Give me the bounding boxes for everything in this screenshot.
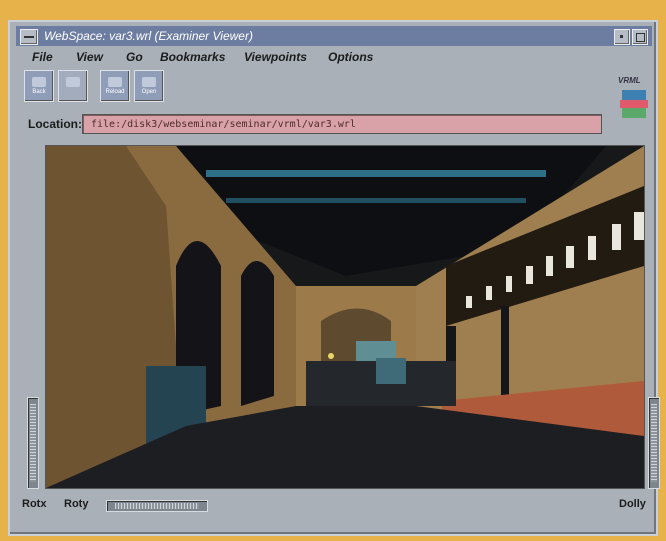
open-button-label: Open xyxy=(141,89,157,95)
open-folder-icon xyxy=(142,77,156,87)
logo-band-blue xyxy=(622,90,646,100)
reload-icon xyxy=(108,77,122,87)
logo-band-red xyxy=(620,100,648,108)
viewer-window: WebSpace: var3.wrl (Examiner Viewer) Fil… xyxy=(8,20,660,536)
scene-render xyxy=(46,146,644,488)
minimize-icon[interactable] xyxy=(614,29,630,45)
location-label: Location: xyxy=(28,117,82,131)
menu-go[interactable]: Go xyxy=(126,50,143,64)
menu-bookmarks[interactable]: Bookmarks xyxy=(160,50,225,64)
location-field[interactable]: file:/disk3/webseminar/seminar/vrml/var3… xyxy=(82,114,602,134)
menu-viewpoints[interactable]: Viewpoints xyxy=(244,50,307,64)
roty-label: Roty xyxy=(64,498,89,510)
back-button[interactable]: Back xyxy=(24,70,54,102)
dolly-label: Dolly xyxy=(619,498,646,510)
title-bar[interactable]: WebSpace: var3.wrl (Examiner Viewer) xyxy=(16,26,652,46)
vrml-logo: VRML xyxy=(618,76,650,120)
maximize-icon[interactable] xyxy=(632,29,648,45)
reload-button[interactable]: Reload xyxy=(100,70,130,102)
rotx-label: Rotx xyxy=(22,498,47,510)
forward-button[interactable] xyxy=(58,70,88,102)
viewer-controls: Rotx Roty Dolly xyxy=(16,496,652,518)
menu-file[interactable]: File xyxy=(32,50,53,64)
menu-bar: File View Go Bookmarks Viewpoints Option… xyxy=(16,48,652,68)
window-menu-icon[interactable] xyxy=(20,29,38,45)
forward-arrow-icon xyxy=(66,77,80,87)
roty-thumbwheel[interactable] xyxy=(106,500,208,512)
logo-text: VRML xyxy=(618,76,641,85)
dolly-thumbwheel[interactable] xyxy=(648,397,660,489)
menu-view[interactable]: View xyxy=(76,50,103,64)
logo-band-green xyxy=(622,108,646,118)
back-arrow-icon xyxy=(32,77,46,87)
3d-viewport[interactable] xyxy=(45,145,645,489)
rotx-thumbwheel[interactable] xyxy=(27,397,39,489)
window-title: WebSpace: var3.wrl (Examiner Viewer) xyxy=(44,29,253,43)
menu-options[interactable]: Options xyxy=(328,50,373,64)
reload-button-label: Reload xyxy=(105,89,125,95)
open-button[interactable]: Open xyxy=(134,70,164,102)
back-button-label: Back xyxy=(32,89,46,95)
